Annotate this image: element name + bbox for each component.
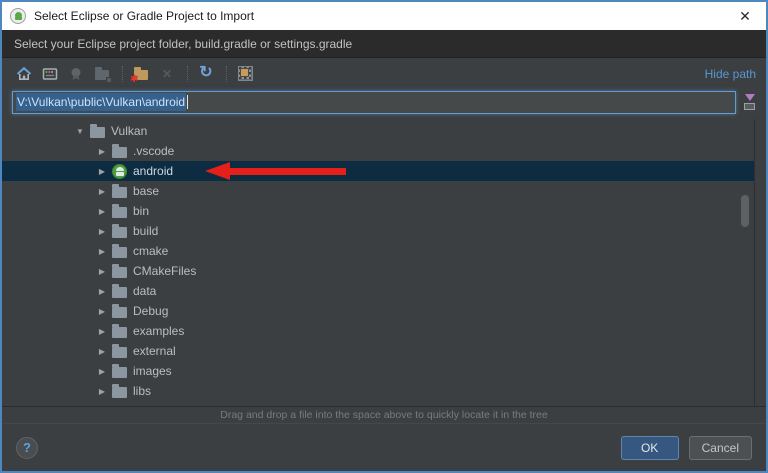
folder-icon — [112, 207, 127, 218]
tree-row[interactable]: ▶ Debug — [2, 301, 754, 321]
dialog-buttons: OK Cancel — [621, 436, 752, 460]
expand-toggle-icon[interactable]: ▶ — [94, 327, 110, 336]
module-icon — [64, 64, 88, 84]
folder-icon — [112, 387, 127, 398]
expand-toggle-icon[interactable]: ▶ — [94, 187, 110, 196]
refresh-icon[interactable]: ↻ — [194, 64, 218, 84]
android-studio-icon — [10, 8, 26, 24]
path-input[interactable]: V:\Vulkan\public\Vulkan\android — [12, 91, 736, 114]
folder-icon — [112, 247, 127, 258]
tree-row-label: Vulkan — [111, 124, 147, 138]
red-arrow-pointer — [205, 162, 346, 180]
hint-bar: Drag and drop a file into the space abov… — [2, 406, 766, 423]
window-title: Select Eclipse or Gradle Project to Impo… — [34, 9, 724, 23]
folder-icon — [112, 347, 127, 358]
tree-row-label: android — [133, 164, 173, 178]
footer: ? OK Cancel — [2, 423, 766, 471]
tree-row-label: build — [133, 224, 158, 238]
tree-row[interactable]: ▶ .vscode — [2, 141, 754, 161]
toolbar-separator — [226, 66, 227, 82]
path-input-value: V:\Vulkan\public\Vulkan\android — [16, 93, 186, 111]
expand-toggle-icon[interactable]: ▶ — [94, 387, 110, 396]
toolbar-separator — [122, 66, 123, 82]
home-icon[interactable] — [12, 64, 36, 84]
tree-row[interactable]: ▶ images — [2, 361, 754, 381]
toolbar-separator — [187, 66, 188, 82]
tree-row[interactable]: ▶ CMakeFiles — [2, 261, 754, 281]
desktop-icon[interactable] — [38, 64, 62, 84]
expand-toggle-icon[interactable]: ▶ — [94, 147, 110, 156]
tree-row[interactable]: ▶ libs — [2, 381, 754, 401]
tree-row[interactable]: ▶ data — [2, 281, 754, 301]
tree-row-label: examples — [133, 324, 184, 338]
tree-row-label: Debug — [133, 304, 168, 318]
tree-row-label: bin — [133, 204, 149, 218]
expand-toggle-icon[interactable]: ▶ — [94, 167, 110, 176]
cancel-button[interactable]: Cancel — [689, 436, 752, 460]
expand-toggle-icon[interactable]: ▶ — [94, 367, 110, 376]
tree-row[interactable]: ▼ Vulkan — [2, 121, 754, 141]
tree-row[interactable]: ▶ build — [2, 221, 754, 241]
file-tree: ▼ Vulkan ▶ .vscode ▶ android ▶ base ▶ bi… — [2, 119, 755, 406]
project-folder-icon — [90, 64, 114, 84]
path-row: V:\Vulkan\public\Vulkan\android — [2, 89, 766, 119]
tree-row[interactable]: ▶ base — [2, 181, 754, 201]
tree-row[interactable]: ▶ external — [2, 341, 754, 361]
folder-icon — [112, 327, 127, 338]
android-icon — [112, 164, 127, 179]
instruction-text: Select your Eclipse project folder, buil… — [14, 37, 352, 51]
tree-row-label: images — [133, 364, 172, 378]
expand-toggle-icon[interactable]: ▶ — [94, 227, 110, 236]
delete-icon: ✕ — [155, 64, 179, 84]
folder-icon — [90, 127, 105, 138]
tree-row-label: .vscode — [133, 144, 174, 158]
tree-row[interactable]: ▶ cmake — [2, 241, 754, 261]
folder-icon — [112, 287, 127, 298]
ok-button[interactable]: OK — [621, 436, 679, 460]
hide-path-link[interactable]: Hide path — [705, 67, 756, 81]
expand-toggle-icon[interactable]: ▶ — [94, 207, 110, 216]
expand-toggle-icon[interactable]: ▶ — [94, 307, 110, 316]
new-folder-icon[interactable]: ✱ — [129, 64, 153, 84]
expand-toggle-icon[interactable]: ▶ — [94, 247, 110, 256]
folder-icon — [112, 227, 127, 238]
tree-row-label: CMakeFiles — [133, 264, 196, 278]
close-icon[interactable]: ✕ — [724, 2, 766, 30]
tree-row-label: base — [133, 184, 159, 198]
hint-text: Drag and drop a file into the space abov… — [220, 409, 547, 421]
folder-icon — [112, 307, 127, 318]
tree-row[interactable]: ▶ bin — [2, 201, 754, 221]
expand-toggle-icon[interactable]: ▶ — [94, 267, 110, 276]
tree-row-label: libs — [133, 384, 151, 398]
paste-path-icon[interactable] — [740, 92, 760, 112]
import-project-dialog: Select Eclipse or Gradle Project to Impo… — [0, 0, 768, 473]
expand-toggle-icon[interactable]: ▼ — [72, 127, 88, 136]
tree-row-label: cmake — [133, 244, 168, 258]
show-hidden-files-icon[interactable] — [233, 64, 257, 84]
folder-icon — [112, 367, 127, 378]
file-chooser-toolbar: ✱ ✕ ↻ Hide path — [2, 58, 766, 89]
folder-icon — [112, 187, 127, 198]
expand-toggle-icon[interactable]: ▶ — [94, 287, 110, 296]
expand-toggle-icon[interactable]: ▶ — [94, 347, 110, 356]
tree-row-label: data — [133, 284, 156, 298]
tree-row[interactable]: ▶ examples — [2, 321, 754, 341]
help-icon[interactable]: ? — [16, 437, 38, 459]
folder-icon — [112, 267, 127, 278]
folder-icon — [112, 147, 127, 158]
tree-row-label: external — [133, 344, 176, 358]
tree-row[interactable]: ▶ android — [2, 161, 754, 181]
text-caret — [187, 95, 188, 109]
instruction-bar: Select your Eclipse project folder, buil… — [2, 30, 766, 58]
titlebar: Select Eclipse or Gradle Project to Impo… — [2, 2, 766, 30]
